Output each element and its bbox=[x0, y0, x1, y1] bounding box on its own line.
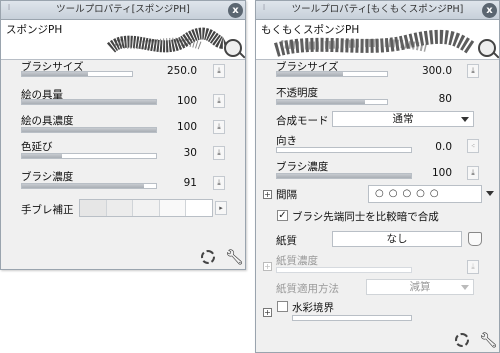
param-slider[interactable] bbox=[276, 71, 388, 77]
param-label: ブラシ濃度 bbox=[21, 171, 74, 183]
param-value[interactable]: 100 bbox=[151, 95, 197, 107]
direction-dots-icon[interactable]: ⁖ bbox=[467, 139, 479, 153]
watercolor-edge-checkbox[interactable] bbox=[277, 301, 288, 312]
chevron-down-icon bbox=[461, 285, 469, 290]
stabilizer-step[interactable] bbox=[133, 200, 160, 216]
blend-mode-select[interactable]: 通常 bbox=[332, 111, 474, 127]
download-icon[interactable]: ⤓ bbox=[467, 260, 479, 274]
reset-icon[interactable] bbox=[201, 250, 215, 264]
param-slider[interactable] bbox=[276, 267, 412, 273]
param-label: ブラシ濃度 bbox=[276, 161, 329, 173]
download-icon[interactable]: ⤓ bbox=[213, 94, 225, 108]
close-button[interactable]: x bbox=[228, 3, 243, 18]
param-label: 色延び bbox=[21, 141, 53, 153]
slider-fill bbox=[22, 72, 88, 76]
preview-brush-name: スポンジPH bbox=[4, 22, 65, 37]
combine-checkbox[interactable]: ✓ bbox=[277, 210, 288, 221]
param-slider[interactable] bbox=[21, 99, 157, 105]
wrench-icon[interactable]: 🔧︎ bbox=[225, 248, 244, 266]
paper-method-label: 紙質適用方法 bbox=[276, 283, 339, 295]
slider-fill bbox=[22, 184, 144, 188]
param-slider[interactable] bbox=[276, 173, 412, 179]
paper-method-select[interactable]: 減算 bbox=[366, 279, 474, 295]
param-value[interactable]: 100 bbox=[406, 167, 452, 179]
paper-label: 紙質 bbox=[276, 235, 297, 247]
watercolor-edge-label: 水彩境界 bbox=[292, 302, 334, 314]
download-icon[interactable]: ⤓ bbox=[213, 120, 225, 134]
param-label: 紙質濃度 bbox=[276, 255, 318, 267]
stabilizer-selector[interactable] bbox=[79, 199, 213, 217]
interval-label: 間隔 bbox=[276, 189, 297, 201]
stabilizer-label: 手ブレ補正 bbox=[21, 204, 74, 216]
close-button[interactable]: x bbox=[482, 3, 497, 18]
param-value[interactable]: 30 bbox=[151, 147, 197, 159]
download-icon[interactable]: ⤓ bbox=[467, 166, 479, 180]
interval-options[interactable]: ○○○○○ bbox=[375, 188, 444, 199]
stabilizer-step[interactable] bbox=[106, 200, 134, 216]
slider-fill bbox=[277, 100, 365, 104]
param-slider[interactable] bbox=[21, 153, 157, 159]
grip-icon[interactable]: ⁝ bbox=[260, 4, 268, 15]
slider-fill bbox=[22, 128, 156, 132]
tool-property-panel-right: ⁝ ツールプロパティ[もくもくスポンジPH] x もくもくスポンジPH ブラシサ… bbox=[255, 0, 500, 353]
param-slider[interactable] bbox=[21, 71, 133, 77]
bucket-icon[interactable] bbox=[468, 232, 482, 246]
param-label: 不透明度 bbox=[276, 87, 318, 99]
panel-title: ツールプロパティ[スポンジPH] bbox=[56, 4, 190, 15]
param-slider[interactable] bbox=[21, 183, 157, 189]
blend-mode-label: 合成モード bbox=[276, 115, 329, 127]
combine-checkbox-label: ブラシ先端同士を比較暗で合成 bbox=[292, 211, 439, 223]
brush-preview: スポンジPH bbox=[1, 20, 245, 60]
param-slider[interactable] bbox=[292, 315, 412, 321]
interval-dropdown[interactable] bbox=[482, 186, 496, 202]
reset-icon[interactable] bbox=[455, 333, 469, 347]
panel-title-bar[interactable]: ⁝ ツールプロパティ[スポンジPH] x bbox=[1, 1, 245, 20]
param-value[interactable]: 250.0 bbox=[151, 65, 197, 77]
wrench-icon[interactable]: 🔧︎ bbox=[479, 331, 498, 349]
download-icon[interactable]: ⤓ bbox=[213, 176, 225, 190]
expand-plus-icon[interactable]: + bbox=[263, 262, 272, 271]
brush-preview: もくもくスポンジPH bbox=[256, 20, 499, 60]
param-label: 絵の具濃度 bbox=[21, 115, 74, 127]
slider-fill bbox=[22, 154, 63, 158]
slider-fill bbox=[22, 100, 156, 104]
expand-plus-icon[interactable]: + bbox=[263, 190, 272, 199]
expand-plus-icon[interactable]: + bbox=[263, 308, 272, 317]
stabilizer-step[interactable] bbox=[186, 200, 212, 216]
chevron-down-icon bbox=[486, 191, 494, 196]
blend-mode-value: 通常 bbox=[392, 113, 414, 125]
zoom-icon[interactable] bbox=[224, 39, 242, 57]
chevron-down-icon bbox=[461, 117, 469, 122]
param-slider[interactable] bbox=[276, 147, 412, 153]
grip-icon[interactable]: ⁝ bbox=[5, 4, 13, 15]
zoom-icon[interactable] bbox=[478, 39, 496, 57]
param-value[interactable]: 100 bbox=[151, 121, 197, 133]
download-icon[interactable]: ⤓ bbox=[213, 146, 225, 160]
stabilizer-step[interactable] bbox=[159, 200, 187, 216]
expand-arrow-icon[interactable]: ▸ bbox=[215, 201, 227, 215]
param-value[interactable]: 80 bbox=[406, 93, 452, 105]
param-slider[interactable] bbox=[21, 127, 157, 133]
panel-title-bar[interactable]: ⁝ ツールプロパティ[もくもくスポンジPH] x bbox=[256, 1, 499, 20]
panel-title: ツールプロパティ[もくもくスポンジPH] bbox=[291, 4, 464, 15]
paper-select[interactable]: なし bbox=[332, 231, 462, 247]
param-label: 向き bbox=[276, 135, 297, 147]
stabilizer-step[interactable] bbox=[80, 200, 107, 216]
interval-selector[interactable]: ○○○○○ bbox=[368, 185, 482, 203]
slider-fill bbox=[277, 174, 411, 178]
param-value[interactable]: 0.0 bbox=[406, 141, 452, 153]
param-value[interactable]: 300.0 bbox=[406, 65, 452, 77]
paper-method-value: 減算 bbox=[409, 281, 431, 293]
slider-fill bbox=[277, 72, 343, 76]
preview-brush-name: もくもくスポンジPH bbox=[259, 22, 362, 37]
download-icon[interactable]: ⤓ bbox=[467, 64, 479, 78]
tool-property-panel-left: ⁝ ツールプロパティ[スポンジPH] x スポンジPH ブラシサイズ 250.0… bbox=[0, 0, 246, 270]
param-slider[interactable] bbox=[276, 99, 388, 105]
panel-footer: 🔧︎ bbox=[201, 248, 244, 266]
param-value[interactable]: 91 bbox=[151, 177, 197, 189]
panel-footer: 🔧︎ bbox=[455, 331, 498, 349]
download-icon[interactable]: ⤓ bbox=[213, 64, 225, 78]
paper-value: なし bbox=[386, 233, 408, 245]
